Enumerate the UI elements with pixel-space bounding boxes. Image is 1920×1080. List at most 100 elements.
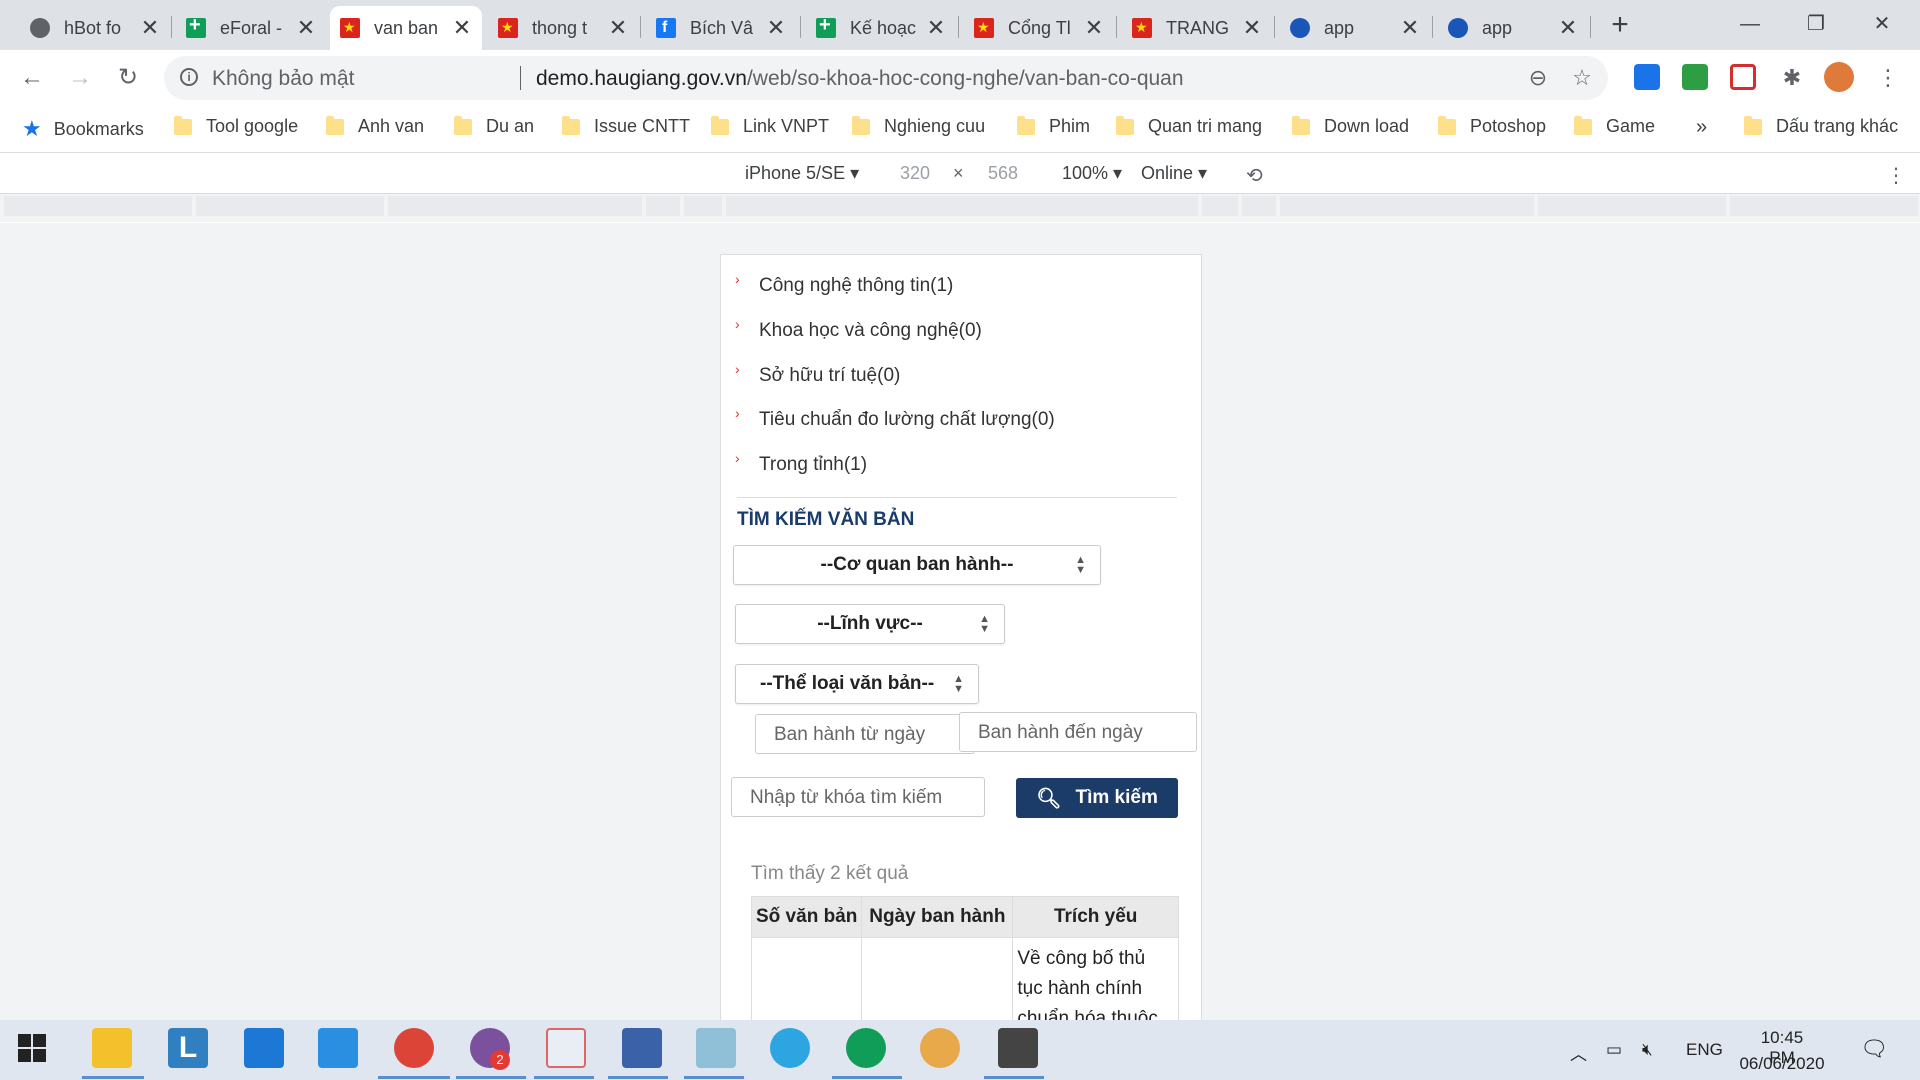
menu-kebab-icon[interactable]: ⋮ — [1874, 64, 1902, 92]
device-select[interactable]: iPhone 5/SE ▾ — [745, 163, 859, 184]
reload-icon[interactable]: ↻ — [110, 60, 146, 96]
l-app-icon[interactable]: L — [168, 1028, 208, 1068]
close-icon[interactable]: ✕ — [1400, 15, 1420, 41]
shield-extension-icon[interactable] — [1730, 64, 1756, 90]
column-header: Ngày ban hành — [861, 896, 1014, 938]
mail-extension-icon[interactable] — [1634, 64, 1660, 90]
bookmark-folder[interactable]: Link VNPT — [711, 115, 829, 137]
windows-start-icon[interactable] — [18, 1034, 46, 1062]
keyword-search-input[interactable]: Nhập từ khóa tìm kiếm — [731, 777, 985, 817]
sticky-app-icon[interactable] — [696, 1028, 736, 1068]
tab-5[interactable]: Bích Vâ ✕ — [646, 6, 796, 50]
table-cell — [750, 937, 863, 1020]
paint-icon[interactable] — [920, 1028, 960, 1068]
device-height-input[interactable]: 568 — [988, 163, 1018, 184]
bookmark-star-icon[interactable]: ☆ — [1568, 64, 1596, 92]
facebook-icon — [656, 18, 676, 38]
volume-muted-icon[interactable]: 🔇︎ — [1642, 1040, 1653, 1060]
avatar[interactable] — [1824, 62, 1854, 92]
emulated-viewport: › Công nghệ thông tin(1) › Khoa học và côn… — [720, 254, 1202, 1021]
table-cell-summary-link[interactable]: Về công bố thủ tục hành chính chuẩn hóa … — [1012, 937, 1179, 1020]
window-close-icon[interactable]: ✕ — [1852, 6, 1912, 42]
chrome-icon[interactable] — [394, 1028, 434, 1068]
agency-select[interactable]: --Cơ quan ban hành-- ▲ ▼ — [733, 545, 1101, 585]
zoom-select[interactable]: 100% ▾ — [1062, 163, 1122, 184]
close-icon[interactable]: ✕ — [766, 15, 786, 41]
mail-icon[interactable] — [244, 1028, 284, 1068]
vscode-icon[interactable] — [318, 1028, 358, 1068]
tab-9[interactable]: app ✕ — [1280, 6, 1430, 50]
bookmark-folder[interactable]: Potoshop — [1438, 115, 1546, 137]
date-to-input[interactable]: Ban hành đến ngày — [959, 712, 1197, 752]
bookmark-folder[interactable]: Game — [1574, 115, 1655, 137]
address-bar[interactable]: i Không bảo mật demo.haugiang.gov.vn/web… — [164, 56, 1608, 100]
telegram-icon[interactable] — [770, 1028, 810, 1068]
bookmark-folder[interactable]: Tool google — [174, 115, 298, 137]
url-host: demo.haugiang.gov.vn — [536, 67, 747, 90]
network-throttle-select[interactable]: Online ▾ — [1141, 163, 1207, 184]
info-icon[interactable]: i — [180, 68, 198, 86]
bookmark-folder[interactable]: Nghieng cuu — [852, 115, 985, 137]
back-icon[interactable]: ← — [14, 60, 50, 96]
bookmark-folder[interactable]: Phim — [1017, 115, 1090, 137]
bookmarks-item[interactable]: ★ Bookmarks — [22, 116, 144, 142]
close-icon[interactable]: ✕ — [608, 15, 628, 41]
tab-title: hBot fo — [64, 17, 122, 38]
bookmark-folder[interactable]: Du an — [454, 115, 534, 137]
remote-desktop-icon[interactable] — [622, 1028, 662, 1068]
divider — [737, 497, 1177, 498]
folder-icon — [174, 115, 192, 135]
tab-6[interactable]: Kế hoạc ✕ — [806, 6, 956, 50]
table-header-row: Số văn bản Ngày ban hành Trích yếu — [750, 896, 1179, 938]
calculator-icon[interactable] — [998, 1028, 1038, 1068]
folder-icon — [852, 115, 870, 135]
tab-7[interactable]: Cổng Tl ✕ — [964, 6, 1114, 50]
close-icon[interactable]: ✕ — [1084, 15, 1104, 41]
battery-icon[interactable]: ▭ — [1606, 1040, 1622, 1060]
zoom-icon[interactable]: ⊖ — [1524, 64, 1552, 92]
tab-2[interactable]: eForal - ✕ — [176, 6, 326, 50]
close-icon[interactable]: ✕ — [1242, 15, 1262, 41]
clock-date[interactable]: 06/06/2020 — [1734, 1054, 1830, 1074]
rotate-icon[interactable]: ⟲ — [1246, 163, 1263, 188]
media-query-ruler — [0, 194, 1920, 223]
tab-1[interactable]: hBot fo ✕ — [20, 6, 170, 50]
url-text[interactable]: demo.haugiang.gov.vn/web/so-khoa-hoc-con… — [536, 67, 1184, 91]
file-explorer-icon[interactable] — [92, 1028, 132, 1068]
restore-icon[interactable]: ❐ — [1786, 6, 1846, 42]
notification-center-icon[interactable]: 🗨︎ — [1860, 1036, 1888, 1062]
extensions-puzzle-icon[interactable]: ✱ — [1778, 64, 1806, 92]
chrome-profile-icon[interactable] — [846, 1028, 886, 1068]
bookmarks-overflow[interactable]: » — [1696, 116, 1707, 139]
field-select[interactable]: --Lĩnh vực-- ▲ ▼ — [735, 604, 1005, 644]
forward-icon[interactable]: → — [62, 60, 98, 96]
bookmark-folder[interactable]: Anh van — [326, 115, 424, 137]
tray-chevron-up-icon[interactable]: ︿ — [1570, 1040, 1587, 1065]
bookmark-folder[interactable]: Issue CNTT — [562, 115, 690, 137]
close-icon[interactable]: ✕ — [140, 15, 160, 41]
download-extension-icon[interactable] — [1682, 64, 1708, 90]
minimize-icon[interactable]: — — [1720, 6, 1780, 42]
new-tab-button[interactable]: + — [1604, 10, 1636, 42]
bookmark-folder-other[interactable]: Dấu trang khác — [1744, 115, 1898, 137]
close-icon[interactable]: ✕ — [1558, 15, 1578, 41]
vn-flag-icon — [1132, 18, 1152, 38]
close-icon[interactable]: ✕ — [296, 15, 316, 41]
search-section-title: TÌM KIẾM VĂN BẢN — [737, 509, 915, 530]
language-indicator[interactable]: ENG — [1686, 1040, 1723, 1060]
snipping-tool-icon[interactable] — [546, 1028, 586, 1068]
date-from-input[interactable]: Ban hành từ ngày — [755, 714, 975, 754]
search-button[interactable]: 🔍︎ Tìm kiếm — [1016, 778, 1178, 818]
tab-10[interactable]: app ✕ — [1438, 6, 1588, 50]
close-icon[interactable]: ✕ — [452, 15, 472, 41]
folder-icon — [326, 115, 344, 135]
doc-type-select[interactable]: --Thể loại văn bản-- ▲ ▼ — [735, 664, 979, 704]
bookmark-folder[interactable]: Quan tri mang — [1116, 115, 1262, 137]
device-width-input[interactable]: 320 — [900, 163, 930, 184]
device-menu-kebab-icon[interactable]: ⋮ — [1886, 163, 1906, 188]
bookmark-folder[interactable]: Down load — [1292, 115, 1409, 137]
tab-3-active[interactable]: van ban ✕ — [330, 6, 482, 50]
tab-8[interactable]: TRANG ✕ — [1122, 6, 1272, 50]
tab-4[interactable]: thong t ✕ — [488, 6, 638, 50]
close-icon[interactable]: ✕ — [926, 15, 946, 41]
